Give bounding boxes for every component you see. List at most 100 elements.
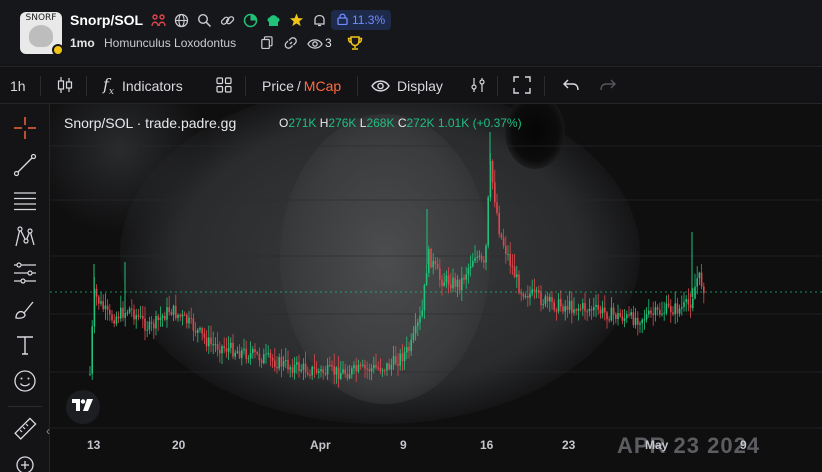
search-icon[interactable]	[197, 13, 212, 28]
candle-body	[166, 307, 168, 320]
candle-body	[274, 360, 276, 367]
toolbar-divider	[357, 76, 358, 96]
star-icon[interactable]	[289, 13, 304, 28]
x-axis-label: 20	[172, 438, 186, 452]
candle-body	[670, 306, 672, 313]
bell-icon[interactable]	[312, 13, 327, 28]
pattern-tool[interactable]	[12, 225, 38, 252]
candle-body	[223, 346, 225, 349]
settings-button[interactable]	[470, 67, 486, 105]
redo-button[interactable]	[600, 67, 616, 105]
price-chart[interactable]: Snorp/SOL · trade.padre.gg O271K H276K L…	[50, 104, 822, 472]
ruler-tool[interactable]	[12, 416, 38, 444]
globe-icon[interactable]	[174, 13, 189, 28]
pie-icon[interactable]	[243, 13, 258, 28]
candle-body	[203, 333, 206, 338]
brush-tool[interactable]	[12, 299, 38, 325]
candle-body	[469, 266, 472, 269]
copy-icon[interactable]	[261, 36, 273, 50]
forecast-tool[interactable]	[12, 261, 38, 288]
candle-body	[654, 307, 657, 316]
candle-body	[392, 356, 395, 365]
layout-button[interactable]	[216, 67, 232, 105]
undo-button[interactable]	[563, 67, 579, 105]
candle-body	[641, 319, 643, 324]
emoji-tool[interactable]	[12, 369, 38, 396]
candle-body	[131, 308, 133, 310]
candle-body	[199, 328, 201, 330]
candle-body	[472, 261, 474, 267]
candle-body	[172, 305, 175, 315]
candle-body	[645, 314, 648, 320]
candle-body	[296, 362, 298, 365]
trendline-tool[interactable]	[12, 153, 38, 180]
horizontal-lines-icon	[13, 189, 37, 218]
candle-body	[155, 316, 157, 329]
candle-body	[432, 261, 434, 268]
fib-tool[interactable]	[12, 190, 38, 216]
candle-body	[260, 360, 263, 364]
x-axis-label: 9	[400, 438, 407, 452]
candle-body	[604, 307, 606, 313]
trophy-icon[interactable]	[347, 35, 363, 51]
candle-body	[144, 318, 146, 331]
candle-body	[421, 310, 423, 317]
open-key: O	[279, 116, 289, 130]
candlestick-plot[interactable]	[50, 104, 822, 472]
candle-type-button[interactable]	[57, 67, 73, 105]
close-value: 272K	[406, 116, 435, 130]
interval-label: 1h	[10, 78, 26, 94]
candle-body	[205, 337, 208, 347]
mcap-label[interactable]: MCap	[304, 78, 341, 94]
indicators-button[interactable]: fx Indicators	[103, 67, 183, 105]
chart-toolbar: 1h fx Indicators Price / MCap Display	[0, 66, 822, 104]
people-icon[interactable]	[151, 13, 166, 28]
candle-body	[535, 290, 538, 292]
candle-body	[450, 284, 452, 289]
candle-body	[289, 367, 291, 370]
interval-button[interactable]: 1h	[10, 67, 26, 105]
candle-body	[397, 363, 399, 366]
crosshair-tool[interactable]	[12, 116, 38, 143]
candle-body	[313, 366, 316, 369]
toolbar-divider	[40, 76, 41, 96]
price-label[interactable]: Price	[262, 78, 294, 94]
contract-link-icon[interactable]	[284, 36, 298, 50]
candle-body	[318, 371, 320, 373]
candle-body	[533, 289, 536, 292]
candle-body	[377, 367, 379, 369]
candle-body	[201, 328, 203, 334]
candle-body	[298, 362, 300, 372]
candle-body	[403, 352, 406, 362]
candle-body	[520, 293, 522, 295]
link-icon[interactable]	[220, 13, 235, 28]
candle-body	[170, 312, 173, 315]
pair-name[interactable]: Snorp/SOL	[70, 12, 143, 28]
zoom-in-tool[interactable]	[12, 454, 38, 472]
tradingview-logo[interactable]	[66, 390, 100, 424]
display-button[interactable]: Display	[371, 67, 443, 105]
candle-body	[478, 255, 481, 257]
candle-body	[219, 349, 221, 354]
candle-body	[102, 301, 104, 310]
text-tool[interactable]	[12, 334, 38, 360]
candle-body	[302, 363, 305, 370]
candle-body	[331, 365, 333, 367]
candle-body	[375, 365, 377, 368]
candle-body	[615, 314, 617, 320]
candle-body	[326, 365, 329, 375]
candle-body	[652, 313, 654, 316]
lock-percent-badge[interactable]: 11.3%	[331, 10, 392, 30]
candle-body	[291, 367, 294, 373]
candle-body	[181, 314, 184, 317]
candle-body	[285, 359, 287, 361]
price-mcap-toggle[interactable]: Price / MCap	[262, 67, 341, 105]
fullscreen-button[interactable]	[513, 67, 531, 105]
candle-body	[419, 316, 421, 323]
candle-body	[258, 353, 261, 361]
candle-body	[474, 258, 476, 262]
candle-body	[498, 213, 500, 235]
undo-icon	[563, 78, 579, 94]
candle-body	[452, 277, 454, 289]
chef-hat-icon[interactable]	[266, 13, 281, 28]
